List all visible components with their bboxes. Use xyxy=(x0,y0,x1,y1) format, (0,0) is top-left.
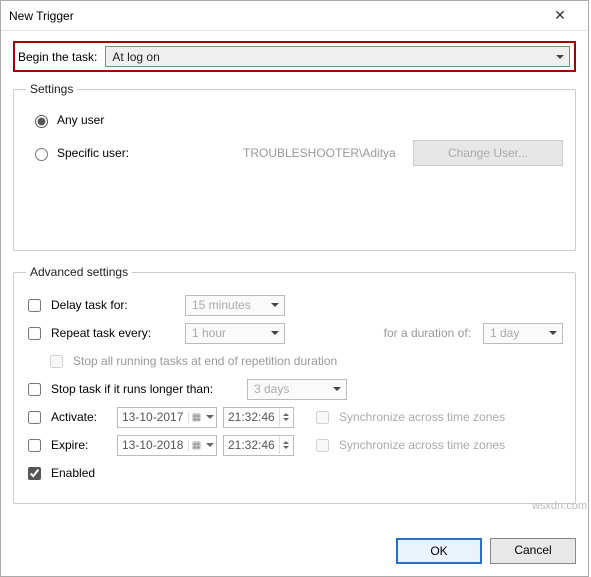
repeat-label: Repeat task every: xyxy=(51,326,179,340)
expire-time-input[interactable] xyxy=(224,436,279,455)
ok-button[interactable]: OK xyxy=(396,538,482,564)
window-title: New Trigger xyxy=(9,9,74,23)
stop-longer-combo[interactable]: 3 days xyxy=(247,379,347,400)
begin-task-dropdown[interactable]: At log on xyxy=(105,46,570,67)
calendar-icon[interactable]: ▦ xyxy=(188,440,204,451)
duration-combo[interactable]: 1 day xyxy=(483,323,563,344)
specific-user-radio[interactable] xyxy=(35,148,48,161)
time-spinner[interactable] xyxy=(279,436,293,454)
stop-longer-checkbox[interactable] xyxy=(28,383,41,396)
activate-date-input[interactable] xyxy=(118,408,188,427)
settings-spacer xyxy=(26,166,563,236)
titlebar: New Trigger ✕ xyxy=(1,1,588,31)
duration-combo-wrap: 1 day xyxy=(483,323,563,344)
expire-sync-label: Synchronize across time zones xyxy=(339,438,505,452)
any-user-row: Any user xyxy=(30,112,563,128)
activate-sync-label: Synchronize across time zones xyxy=(339,410,505,424)
begin-task-row: Begin the task: At log on xyxy=(13,41,576,72)
repeat-combo-wrap: 1 hour xyxy=(185,323,285,344)
activate-checkbox[interactable] xyxy=(28,411,41,424)
delay-combo[interactable]: 15 minutes xyxy=(185,295,285,316)
specific-user-row: Specific user: TROUBLESHOOTER\Aditya Cha… xyxy=(30,140,563,166)
expire-checkbox[interactable] xyxy=(28,439,41,452)
settings-group: Settings Any user Specific user: TROUBLE… xyxy=(13,82,576,251)
expire-sync-checkbox xyxy=(316,439,329,452)
activate-date[interactable]: ▦ xyxy=(117,407,217,428)
specific-user-label: Specific user: xyxy=(57,146,207,160)
expire-time[interactable] xyxy=(223,435,294,456)
activate-time-input[interactable] xyxy=(224,408,279,427)
dialog-buttons: OK Cancel xyxy=(1,530,588,576)
expire-date[interactable]: ▦ xyxy=(117,435,217,456)
dialog-content: Begin the task: At log on Settings Any u… xyxy=(1,31,588,530)
cancel-button[interactable]: Cancel xyxy=(490,538,576,564)
repeat-row: Repeat task every: 1 hour for a duration… xyxy=(26,321,563,345)
begin-task-dropdown-wrap: At log on xyxy=(105,46,570,67)
expire-date-input[interactable] xyxy=(118,436,188,455)
activate-sync-checkbox xyxy=(316,411,329,424)
any-user-radio[interactable] xyxy=(35,115,48,128)
delay-label: Delay task for: xyxy=(51,298,179,312)
advanced-legend: Advanced settings xyxy=(26,265,132,279)
calendar-icon[interactable]: ▦ xyxy=(188,412,204,423)
enabled-label: Enabled xyxy=(51,466,95,480)
duration-label: for a duration of: xyxy=(384,326,471,340)
time-spinner[interactable] xyxy=(279,408,293,426)
advanced-group: Advanced settings Delay task for: 15 min… xyxy=(13,265,576,504)
begin-task-label: Begin the task: xyxy=(16,50,97,64)
watermark: wsxdn.com xyxy=(532,500,587,512)
stop-longer-label: Stop task if it runs longer than: xyxy=(51,382,241,396)
activate-time[interactable] xyxy=(223,407,294,428)
stop-longer-row: Stop task if it runs longer than: 3 days xyxy=(26,377,563,401)
activate-sync-row: Synchronize across time zones xyxy=(314,410,505,424)
stop-at-end-checkbox xyxy=(50,355,63,368)
stop-at-end-row: Stop all running tasks at end of repetit… xyxy=(26,349,563,373)
new-trigger-dialog: New Trigger ✕ Begin the task: At log on … xyxy=(0,0,589,577)
enabled-checkbox[interactable] xyxy=(28,467,41,480)
stop-longer-combo-wrap: 3 days xyxy=(247,379,347,400)
change-user-button[interactable]: Change User... xyxy=(413,140,563,166)
stop-at-end-label: Stop all running tasks at end of repetit… xyxy=(73,354,337,368)
any-user-label: Any user xyxy=(57,113,104,127)
close-icon[interactable]: ✕ xyxy=(540,7,580,24)
activate-row: Activate: ▦ Synchronize across time zone… xyxy=(26,405,563,429)
delay-checkbox[interactable] xyxy=(28,299,41,312)
expire-sync-row: Synchronize across time zones xyxy=(314,438,505,452)
activate-label: Activate: xyxy=(51,410,111,424)
settings-legend: Settings xyxy=(26,82,77,96)
delay-combo-wrap: 15 minutes xyxy=(185,295,285,316)
enabled-row: Enabled xyxy=(26,461,563,485)
expire-label: Expire: xyxy=(51,438,111,452)
repeat-checkbox[interactable] xyxy=(28,327,41,340)
delay-row: Delay task for: 15 minutes xyxy=(26,293,563,317)
repeat-combo[interactable]: 1 hour xyxy=(185,323,285,344)
expire-row: Expire: ▦ Synchronize across time zones xyxy=(26,433,563,457)
specific-user-value: TROUBLESHOOTER\Aditya xyxy=(213,146,407,160)
